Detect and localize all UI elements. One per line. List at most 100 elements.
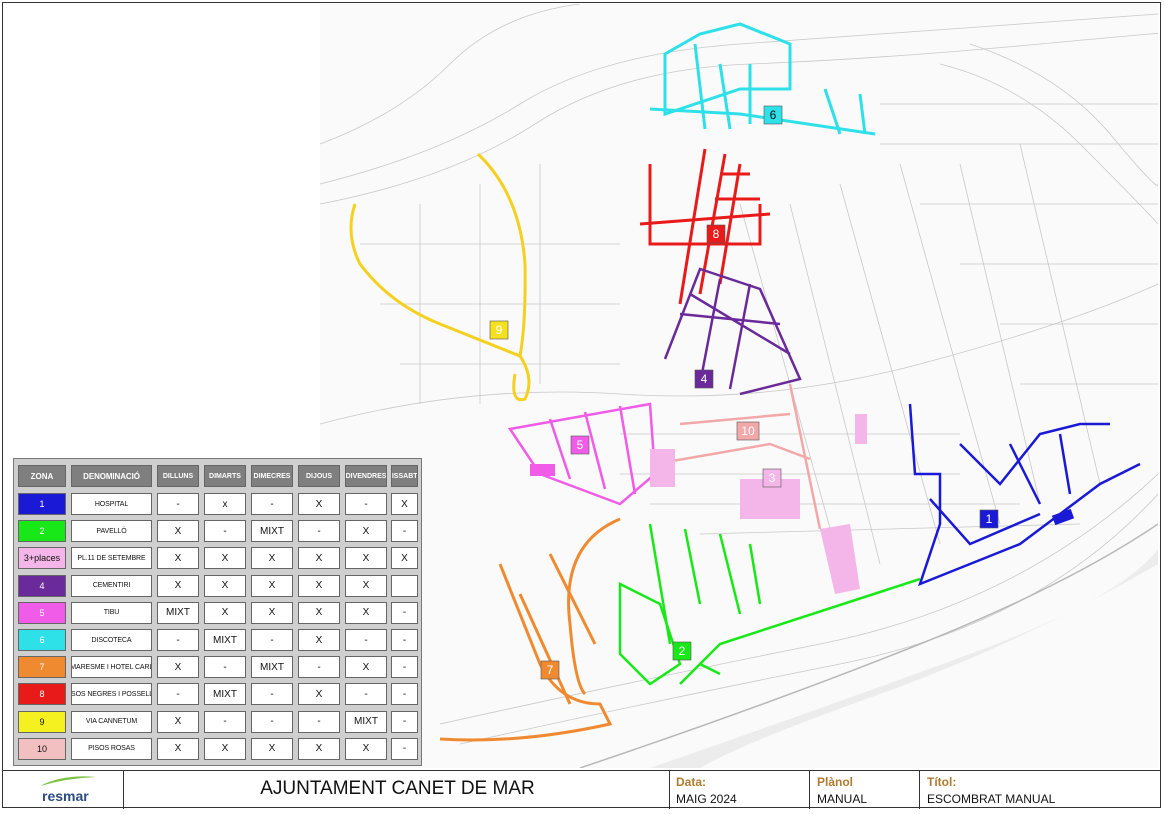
legend-row: 9 VIA CANNETUM X - - - MIXT -	[14, 710, 423, 735]
zone-label-text: 2	[679, 644, 686, 658]
zone-label: 7	[540, 660, 560, 680]
header-dimarts: DIMARTS	[204, 465, 246, 487]
zone-swatch: 9	[18, 710, 66, 733]
schedule-dilluns: X	[157, 656, 199, 679]
schedule-dijous: X	[298, 574, 340, 597]
schedule-divendres: X	[345, 520, 387, 543]
schedule-dijous: X	[298, 683, 340, 706]
zone-6-route	[649, 22, 876, 136]
schedule-dissabte: X	[391, 547, 418, 570]
zone-name: VIA CANNETUM	[71, 710, 152, 733]
zone-swatch: 5	[18, 601, 66, 624]
schedule-dimarts: -	[204, 656, 246, 679]
schedule-dimarts: X	[204, 574, 246, 597]
schedule-dimarts: MIXT	[204, 683, 246, 706]
schedule-dissabte: -	[391, 737, 418, 760]
legend-row: 10 PISOS ROSAS X X X X X -	[14, 737, 423, 762]
schedule-dijous: X	[298, 737, 340, 760]
zone-2-route	[618, 523, 921, 686]
titol-label: Títol:	[927, 775, 957, 789]
schedule-dilluns: -	[157, 683, 199, 706]
zone-swatch: 4	[18, 574, 66, 597]
zone-label-text: 1	[986, 512, 993, 526]
zone-name: HOSPITAL	[71, 493, 152, 515]
schedule-dilluns: X	[157, 710, 199, 733]
zone-name: PL.11 DE SETEMBRE	[71, 547, 152, 570]
header-dimecres: DIMECRES	[251, 465, 293, 487]
coastline	[579, 523, 1158, 768]
legend-row: 8PISOS NEGRES I POSSELLÓ-MIXT-X--	[14, 683, 423, 707]
schedule-dilluns: X	[157, 520, 199, 543]
schedule-dimecres: MIXT	[251, 656, 293, 679]
zone-label: 5	[570, 435, 590, 455]
zone-swatch: 10	[18, 737, 66, 760]
schedule-dimecres: X	[251, 601, 293, 624]
legend-row: 6 DISCOTECA - MIXT - X - -	[14, 629, 423, 653]
zone-swatch: 7	[18, 656, 66, 679]
schedule-dimecres: -	[251, 683, 293, 706]
zone-swatch: 3+places	[18, 547, 66, 570]
schedule-dissabte: -	[391, 629, 418, 651]
header-dilluns: DILLUNS	[157, 465, 199, 487]
zone-label: 3	[762, 468, 782, 488]
zone-name: TIBU	[71, 601, 152, 624]
resmar-logo: resmar	[42, 788, 89, 804]
schedule-dissabte	[391, 574, 418, 597]
schedule-dimecres: X	[251, 574, 293, 597]
zone-label-text: 5	[577, 438, 584, 452]
zone-label-text: 8	[713, 227, 720, 241]
titol-value: ESCOMBRAT MANUAL	[927, 792, 1056, 806]
legend-row: 4 CEMENTIRI X X X X X	[14, 574, 423, 599]
data-label: Data:	[676, 775, 707, 789]
schedule-dijous: -	[298, 710, 340, 733]
schedule-divendres: -	[345, 629, 387, 651]
document-title: AJUNTAMENT CANET DE MAR	[260, 778, 535, 799]
schedule-divendres: X	[345, 737, 387, 760]
zone-4-route	[663, 267, 802, 396]
schedule-dissabte: -	[391, 710, 418, 733]
zone-name: CEMENTIRI	[71, 574, 152, 597]
schedule-dilluns: -	[157, 629, 199, 651]
zone-swatch: 8	[18, 683, 66, 706]
schedule-dijous: -	[298, 520, 340, 543]
title-block: resmar AJUNTAMENT CANET DE MAR Data: MAI…	[2, 770, 1161, 809]
schedule-dissabte: -	[391, 656, 418, 679]
schedule-dimarts: x	[204, 493, 246, 515]
schedule-divendres: -	[345, 493, 387, 515]
zone-swatch: 2	[18, 520, 66, 543]
schedule-dissabte: -	[391, 601, 418, 624]
zone-swatch: 6	[18, 629, 66, 651]
data-value: MAIG 2024	[676, 792, 737, 806]
schedule-dijous: X	[298, 629, 340, 651]
zone-label-text: 6	[770, 108, 777, 122]
header-denominacio: DENOMINACIÓ	[71, 465, 152, 487]
schedule-dimecres: X	[251, 547, 293, 570]
zone-name: PAVELLÓ	[71, 520, 152, 543]
schedule-dissabte: -	[391, 683, 418, 706]
zone-label: 10	[736, 421, 760, 441]
legend-row: 5 TIBU MIXT X X X X -	[14, 601, 423, 626]
schedule-divendres: -	[345, 683, 387, 706]
schedule-dissabte: X	[391, 493, 418, 515]
schedule-dilluns: X	[157, 737, 199, 760]
schedule-dilluns: X	[157, 574, 199, 597]
schedule-dimecres: MIXT	[251, 520, 293, 543]
schedule-legend-table: ZONA DENOMINACIÓ DILLUNS DIMARTS DIMECRE…	[13, 458, 422, 766]
zone-name: DISCOTECA	[71, 629, 152, 651]
header-dissabte: DISSABTE	[391, 465, 418, 487]
zone-label: 9	[489, 320, 509, 340]
schedule-dijous: X	[298, 493, 340, 515]
legend-row: 2 PAVELLÓ X - MIXT - X -	[14, 520, 423, 544]
zone-label: 4	[694, 369, 714, 389]
legend-header-row: ZONA DENOMINACIÓ DILLUNS DIMARTS DIMECRE…	[14, 465, 423, 489]
schedule-dilluns: MIXT	[157, 601, 199, 624]
schedule-dimecres: -	[251, 629, 293, 651]
beach-band	[650, 549, 1158, 768]
schedule-divendres: X	[345, 656, 387, 679]
schedule-dimecres: -	[251, 493, 293, 515]
zone-label-text: 3	[769, 471, 776, 485]
schedule-dissabte: -	[391, 520, 418, 543]
zone-label: 1	[979, 509, 999, 529]
schedule-dimarts: X	[204, 601, 246, 624]
schedule-divendres: X	[345, 601, 387, 624]
